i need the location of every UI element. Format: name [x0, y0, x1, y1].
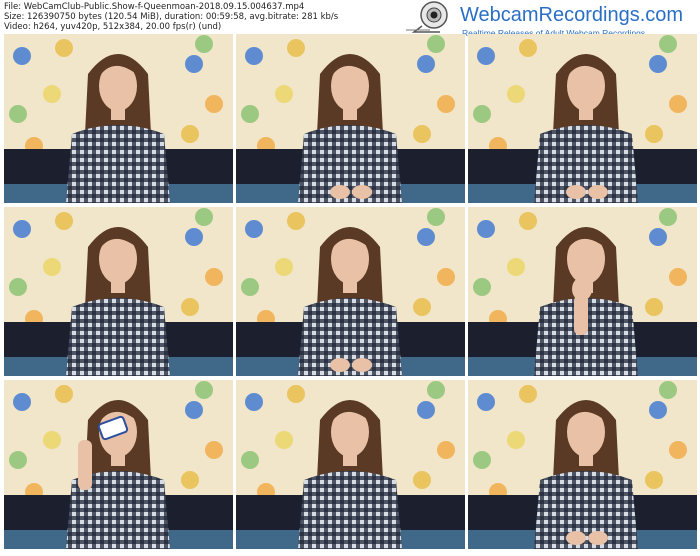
video-thumbnail — [4, 34, 233, 203]
video-thumbnail — [468, 34, 697, 203]
logo-name: WebcamRecordings.com — [460, 4, 684, 26]
video-thumbnail — [4, 207, 233, 376]
video-info-line: Video: h264, yuv420p, 512x384, 20.00 fps… — [4, 22, 222, 32]
video-thumbnail — [236, 207, 465, 376]
site-logo: WebcamRecordings.com Realtime Releases o… — [400, 0, 700, 38]
file-size-line: Size: 126390750 bytes (120.54 MiB), dura… — [4, 12, 339, 22]
header: File: WebCamClub-Public.Show-f-Queenmoan… — [0, 0, 700, 38]
webcam-icon — [406, 1, 448, 33]
video-thumbnail — [236, 380, 465, 549]
video-thumbnail — [468, 207, 697, 376]
thumbnail-grid — [0, 32, 700, 556]
video-thumbnail — [4, 380, 233, 549]
video-thumbnail — [468, 380, 697, 549]
file-name-line: File: WebCamClub-Public.Show-f-Queenmoan… — [4, 2, 305, 12]
video-thumbnail — [236, 34, 465, 203]
